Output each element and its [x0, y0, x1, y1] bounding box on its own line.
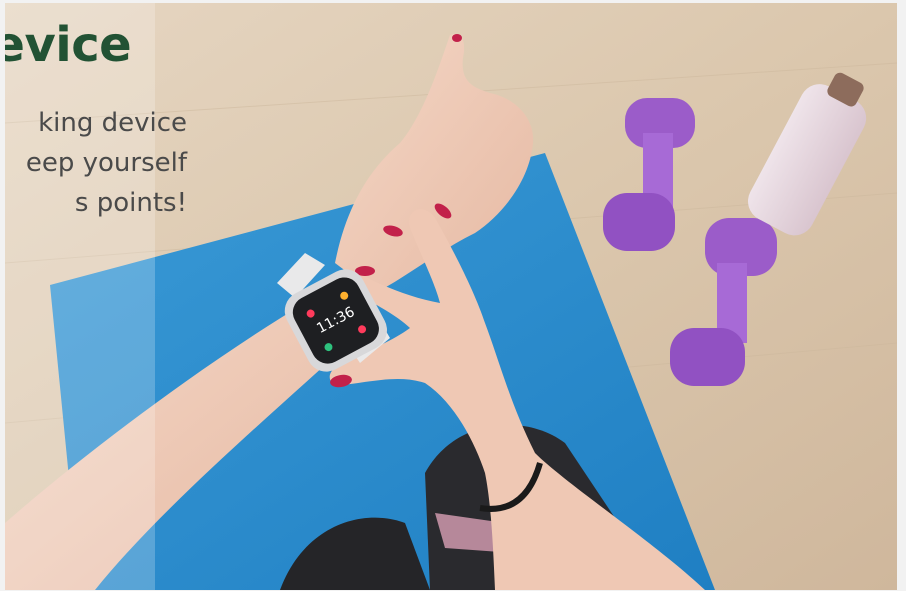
- description-line-3: s points!: [74, 188, 187, 218]
- hero-section: 11:36 ness Device king device eep yourse…: [5, 3, 897, 590]
- left-overlay: [5, 3, 155, 590]
- description-line-2: eep yourself: [25, 148, 187, 178]
- hero-description: king device eep yourself s points!: [5, 103, 187, 223]
- description-line-1: king device: [38, 108, 187, 138]
- hero-title: ness Device: [5, 17, 132, 73]
